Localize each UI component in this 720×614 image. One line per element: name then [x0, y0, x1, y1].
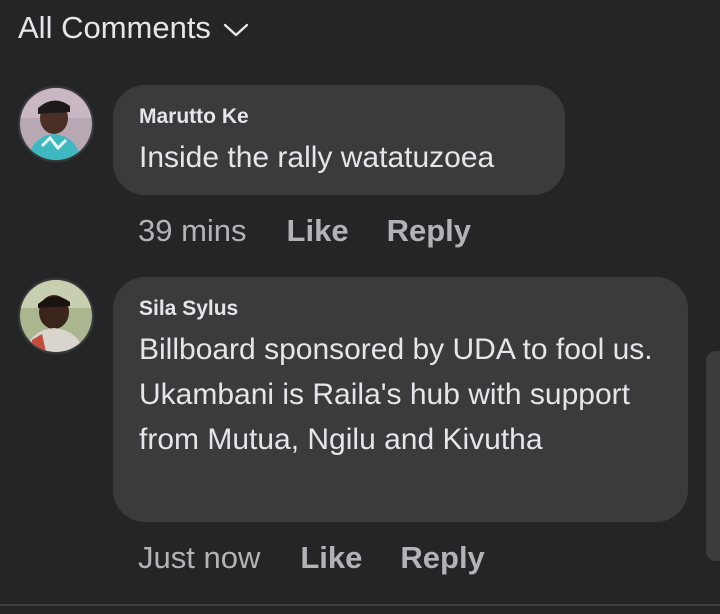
like-button[interactable]: Like — [287, 211, 349, 251]
comment-author[interactable]: Marutto Ke — [139, 103, 539, 131]
comment-author[interactable]: Sila Sylus — [139, 295, 662, 323]
divider — [0, 604, 720, 606]
scrollbar-thumb[interactable] — [706, 351, 720, 561]
like-button[interactable]: Like — [300, 538, 362, 578]
avatar[interactable] — [18, 86, 94, 162]
reply-button[interactable]: Reply — [400, 538, 484, 578]
comment-timestamp: Just now — [138, 540, 261, 575]
comment-bubble: Sila Sylus Billboard sponsored by UDA to… — [113, 277, 688, 522]
comment-actions: Just now Like Reply — [138, 538, 485, 578]
comment-timestamp: 39 mins — [138, 213, 247, 248]
comment-text: Billboard sponsored by UDA to fool us. U… — [139, 333, 653, 456]
comment-actions: 39 mins Like Reply — [138, 211, 471, 251]
all-comments-label: All Comments — [18, 10, 211, 45]
reply-button[interactable]: Reply — [387, 211, 471, 251]
comment-text: Inside the rally watatuzoea — [139, 141, 495, 174]
comment-bubble: Marutto Ke Inside the rally watatuzoea — [113, 85, 565, 195]
chevron-down-icon — [223, 17, 249, 43]
avatar[interactable] — [18, 278, 94, 354]
all-comments-filter[interactable]: All Comments — [18, 8, 249, 48]
